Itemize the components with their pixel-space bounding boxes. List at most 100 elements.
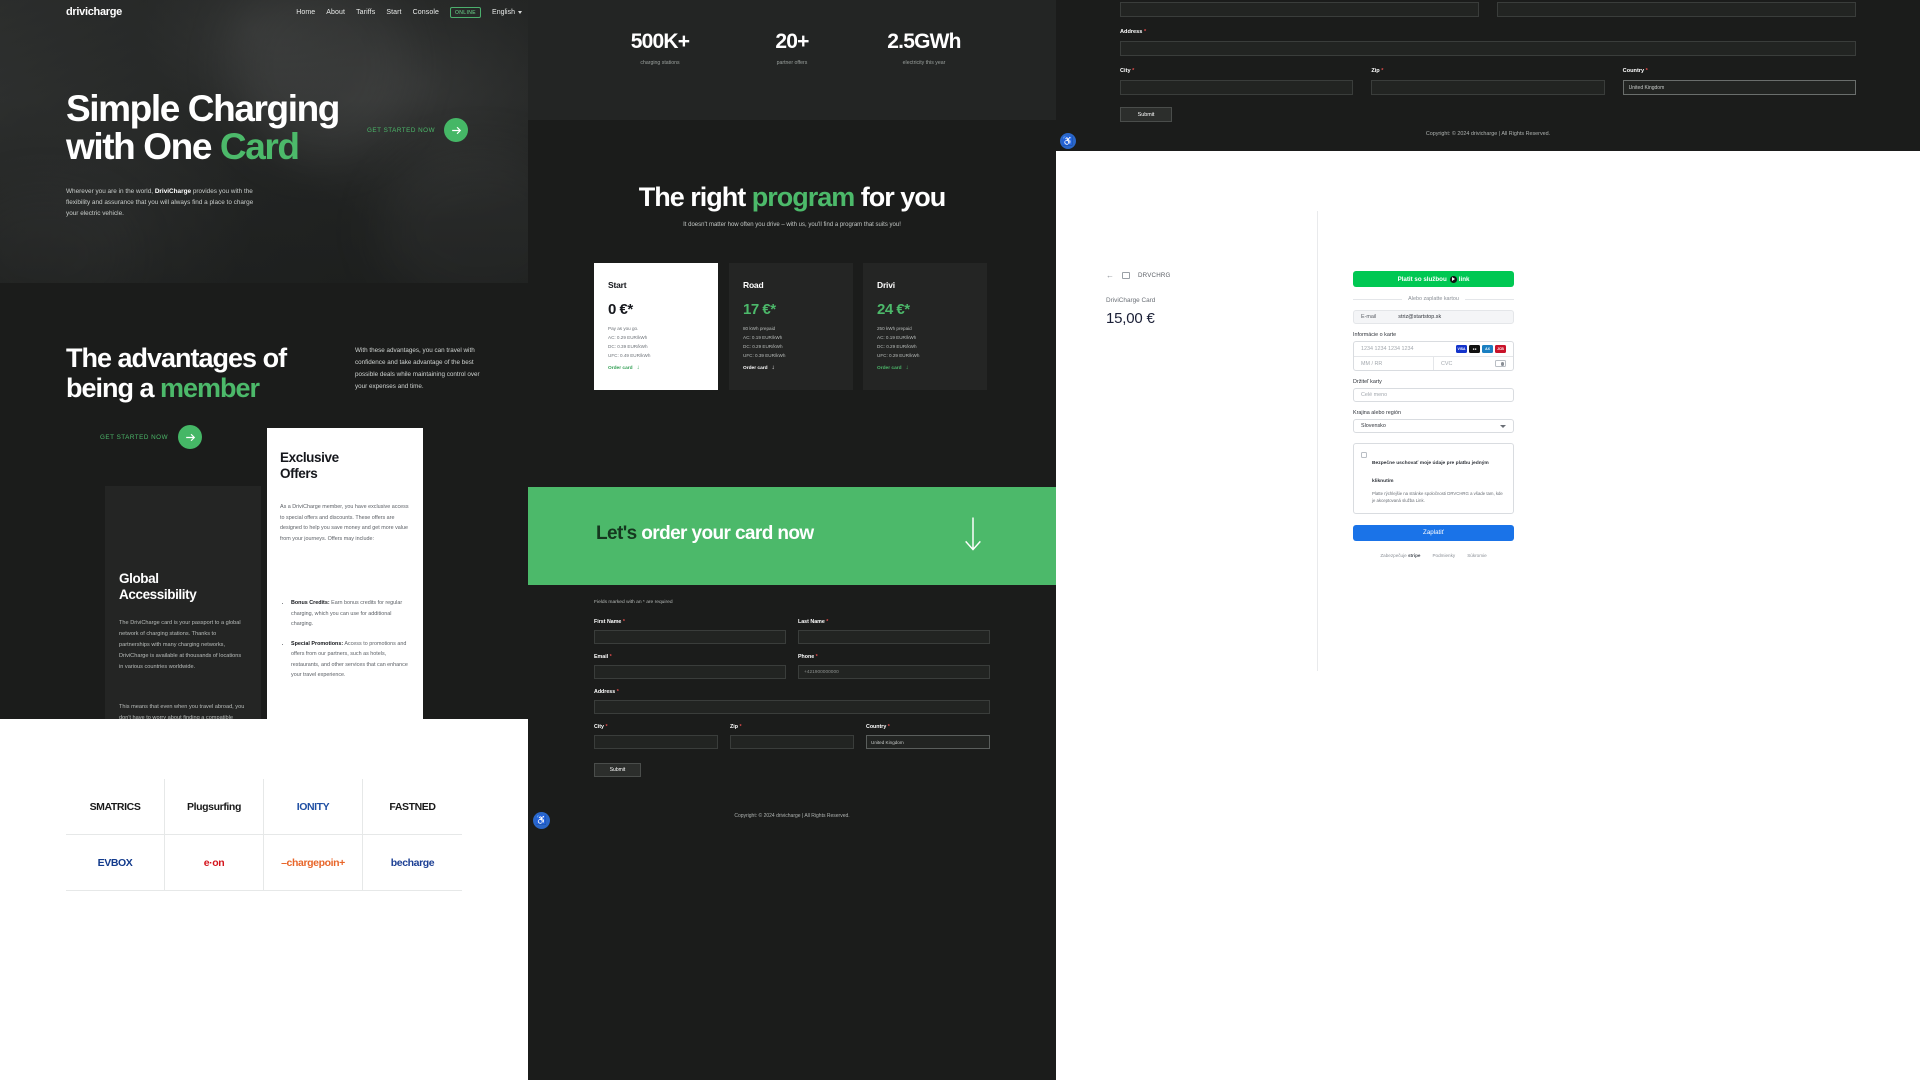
order-card-link[interactable]: Order card ↓ [877,365,909,371]
label-address: Address * [594,689,990,695]
c-input-left-partial[interactable] [1120,2,1479,17]
pay-button[interactable]: Zaplatiť [1353,524,1514,541]
c-input-country[interactable]: United Kingdom [1622,80,1856,95]
partner-logo: EVBOX [97,856,133,869]
order-card-link[interactable]: Order card ↓ [743,365,775,371]
input-last-name[interactable] [798,630,990,644]
form-row-contact: Email * Phone * +421900000000 [594,654,990,679]
input-country[interactable]: United Kingdom [866,735,990,749]
cardholder-placeholder: Celé meno [1361,392,1388,398]
accessibility-icon[interactable]: ♿ [533,812,550,829]
top-right-form: Address * City * Zip * Country * United … [1120,2,1856,122]
language-selector[interactable]: English [492,9,522,16]
stats-bar: 500K+ charging stations 20+ partner offers 2… [528,0,1056,120]
adv-title-accent: member [160,373,260,404]
label-city: City * [594,724,718,730]
adv-title-plain: being a [66,373,161,404]
nav-link-start[interactable]: Start [386,9,401,16]
advantages-section: The advantages of being a member With th… [0,283,528,719]
arrow-right-icon[interactable] [444,118,469,142]
input-phone[interactable]: +421900000000 [798,665,990,679]
site-logo[interactable]: drivicharge [66,6,122,18]
card-brand-icons: VISA ●● AX JCB [1456,345,1506,353]
order-card-label: Order card [877,365,902,371]
top-navigation: drivicharge Home About Tariffs Start Con… [0,0,528,24]
program-title-accent: program [751,182,856,212]
arrow-down-icon: ↓ [905,365,909,371]
country-select[interactable]: Slovensko [1353,419,1514,433]
pricing-card: Start 0 €* Pay as you go. AC: 0.29 EUR/kWh D… [594,263,718,390]
input-first-name[interactable] [594,630,786,644]
pay-with-link-button[interactable]: Platit so službou link [1353,271,1514,287]
program-title: The right program for you [528,182,1056,213]
card-number-row[interactable]: 1234 1234 1234 1234 VISA ●● AX JCB [1354,342,1513,356]
advantages-cta[interactable]: GET STARTED NOW [100,425,203,449]
submit-button[interactable]: Submit [594,763,641,777]
save-info-checkbox[interactable] [1361,452,1367,458]
program-title-b: for you [854,182,947,212]
c-submit-button[interactable]: Submit [1120,107,1172,122]
pricing-card-features: 250 kWh prepaid AC: 0.19 EUR/kWh DC: 0.29 … [877,326,920,358]
partner-logo: Plugsurfing [187,800,241,813]
save-info-description: Platte rýchlejšie na stránke spoločnosti… [1372,491,1503,503]
input-zip[interactable] [730,735,854,749]
c-input-right-partial[interactable] [1497,2,1856,17]
merchant-logo-icon [1122,272,1130,279]
label-text: Phone [798,654,815,660]
form-row-name: First Name * Last Name * [594,619,990,644]
privacy-link[interactable]: Súkromie [1467,553,1486,558]
nav-link-console[interactable]: Console [413,9,439,16]
required-asterisk: * [887,724,890,730]
input-email[interactable] [594,665,786,679]
program-title-a: The right [638,182,752,212]
required-asterisk: * [622,619,625,625]
c-input-zip[interactable] [1371,80,1605,95]
arrow-right-icon[interactable] [178,425,203,449]
c-input-city[interactable] [1120,80,1354,95]
field-first-name: First Name * [594,619,786,644]
order-card-link[interactable]: Order card ↓ [608,365,640,371]
stat-label: partner offers [776,60,808,66]
hero-title-line1: Simple Charging [66,88,340,129]
label-text: Zip [730,724,738,730]
nav-links: Home About Tariffs Start Console ONLINE … [296,7,522,18]
c-row-address: Address * [1120,29,1856,56]
nav-link-about[interactable]: About [326,9,345,16]
email-row[interactable]: E-mail striz@startstop.sk [1353,310,1514,324]
label-text: City [594,724,605,730]
hero-cta[interactable]: GET STARTED NOW [367,118,469,142]
label-text: First Name [594,619,622,625]
nav-link-home[interactable]: Home [296,9,315,16]
label-text: Zip [1371,68,1380,74]
field-zip: Zip * [730,724,854,749]
input-address[interactable] [594,700,990,714]
global-card-title: Global Accessibility [119,571,197,603]
global-title-l2: Accessibility [119,587,197,603]
accessibility-icon[interactable]: ♿ [1060,133,1076,149]
cardholder-input[interactable]: Celé meno [1353,388,1514,402]
arrow-down-icon[interactable] [962,515,984,558]
card-global-accessibility: Global Accessibility The DriviCharge car… [105,486,261,719]
c-input-address[interactable] [1120,41,1856,56]
field-email: Email * [594,654,786,679]
stripe-logo-text: stripe [1407,552,1421,558]
c-row-location: City * Zip * Country * United Kingdom [1120,68,1856,95]
country-selected-value: Slovensko [1361,423,1386,429]
card-expiry-input[interactable]: MM / RR [1354,356,1434,370]
order-form: Fields marked with an * are required Fir… [594,600,990,777]
cardholder-label: Držiteľ karty [1353,379,1382,385]
save-info-checkbox-group[interactable]: Bezpečne uschovať moje údaje pre platbu … [1353,443,1514,514]
partner-logo-grid: SMATRICS Plugsurfing IONITY FASTNED EVBOX e·o… [66,779,462,891]
c-footer-copyright: Copyright: © 2024 drivicharge | All Righ… [1425,131,1551,137]
merchant-name: DRVCHRG [1138,272,1171,279]
back-arrow-icon[interactable]: ← [1106,271,1114,280]
card-cvc-input[interactable]: CVC [1434,357,1513,371]
chevron-down-icon [1500,424,1506,428]
c-label-country: Country * [1623,68,1856,74]
online-status-badge: ONLINE [450,7,482,18]
label-country: Country * [866,724,990,730]
input-city[interactable] [594,735,718,749]
label-text: Country [1622,68,1645,74]
terms-link[interactable]: Podmienky [1432,553,1455,558]
nav-link-tariffs[interactable]: Tariffs [356,9,375,16]
